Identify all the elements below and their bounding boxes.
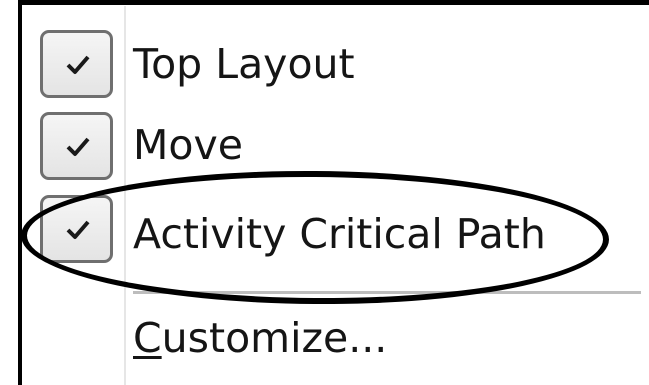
menu-border-top (18, 0, 649, 5)
menu-item-label: Move (133, 121, 243, 169)
menu-item-label: Customize... (133, 318, 387, 359)
menu-item-checkbox[interactable] (40, 195, 113, 263)
context-menu: Top Layout Move Activity Critical Path C… (0, 0, 649, 385)
menu-item-checkbox[interactable] (40, 112, 113, 180)
menu-separator (133, 291, 641, 294)
menu-border-left (18, 0, 22, 385)
menu-item-label: Activity Critical Path (133, 210, 546, 258)
checkmark-icon (66, 220, 90, 239)
menu-icon-gutter-divider (124, 6, 126, 385)
accelerator-key: C (133, 314, 162, 362)
menu-item-label: Top Layout (133, 40, 355, 88)
checkmark-icon (66, 137, 90, 156)
menu-item-checkbox[interactable] (40, 30, 113, 98)
checkmark-icon (66, 55, 90, 74)
customize-label-rest: ustomize... (161, 314, 388, 362)
